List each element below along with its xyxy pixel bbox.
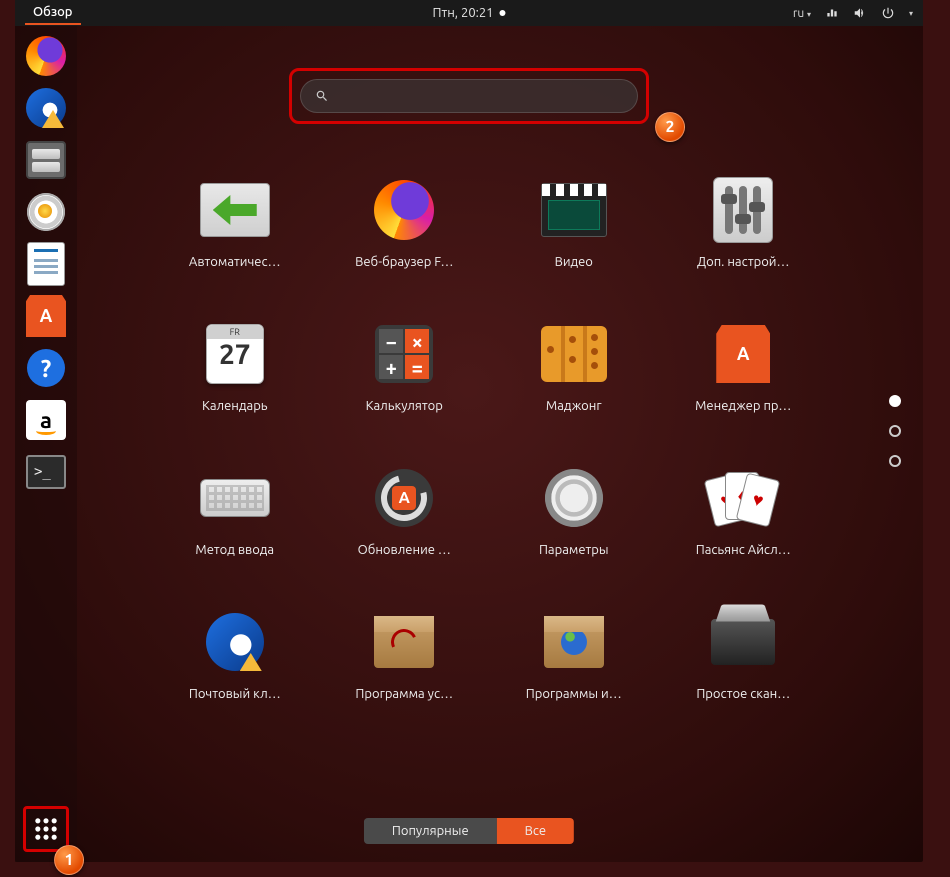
calendar-day: 27 (207, 339, 263, 370)
dock-files[interactable] (24, 138, 68, 182)
app-label: Веб-браузер F… (355, 255, 453, 269)
calendar-weekday: FR (207, 325, 263, 339)
app-label: Почтовый кл… (189, 687, 281, 701)
app-label: Менеджер пр… (695, 399, 791, 413)
dock-rhythmbox[interactable] (24, 190, 68, 234)
app-mahjongg[interactable]: Маджонг (504, 319, 644, 413)
app-software[interactable]: AМенеджер пр… (674, 319, 814, 413)
dock-help[interactable]: ? (24, 346, 68, 390)
app-calendar[interactable]: FR27 Календарь (165, 319, 305, 413)
app-label: Программа ус… (355, 687, 453, 701)
clock[interactable]: Птн, 20:21 (432, 6, 505, 20)
search-highlight (289, 68, 649, 124)
annotation-badge-2: 2 (655, 112, 685, 142)
app-installer[interactable]: Программа ус… (335, 607, 475, 701)
view-toggle: Популярные Все (364, 818, 574, 844)
notification-dot-icon (500, 10, 506, 16)
page-dot-1[interactable] (889, 395, 901, 407)
apps-grid-icon (32, 815, 60, 843)
app-simple-scan[interactable]: Простое скан… (674, 607, 814, 701)
frequent-tab[interactable]: Популярные (364, 818, 497, 844)
dock-terminal[interactable]: >_ (24, 450, 68, 494)
app-label: Метод ввода (195, 543, 274, 557)
top-bar: Обзор Птн, 20:21 ru ▾ ▾ (15, 0, 923, 26)
clock-label: Птн, 20:21 (432, 6, 493, 20)
app-label: Программы и… (526, 687, 622, 701)
app-videos[interactable]: Видео (504, 175, 644, 269)
volume-icon[interactable] (853, 6, 867, 20)
app-software-properties[interactable]: Программы и… (504, 607, 644, 701)
app-label: Параметры (539, 543, 609, 557)
power-icon[interactable] (881, 6, 895, 20)
search-icon (315, 89, 329, 103)
app-input-method[interactable]: Метод ввода (165, 463, 305, 557)
system-tray: ru ▾ ▾ (793, 6, 913, 20)
network-icon[interactable] (825, 6, 839, 20)
activities-button[interactable]: Обзор (25, 1, 81, 25)
all-tab[interactable]: Все (497, 818, 574, 844)
app-firefox[interactable]: Веб-браузер F… (335, 175, 475, 269)
show-applications-button[interactable] (23, 806, 69, 852)
app-label: Простое скан… (696, 687, 790, 701)
page-indicator (889, 395, 901, 467)
app-label: Маджонг (546, 399, 602, 413)
dock-software[interactable]: A (24, 294, 68, 338)
app-settings[interactable]: Параметры (504, 463, 644, 557)
keyboard-layout[interactable]: ru ▾ (793, 7, 811, 20)
chevron-down-icon[interactable]: ▾ (909, 9, 913, 18)
app-mail[interactable]: Почтовый кл… (165, 607, 305, 701)
app-calculator[interactable]: −×+=Калькулятор (335, 319, 475, 413)
dock-firefox[interactable] (24, 34, 68, 78)
app-auto-updates[interactable]: Автоматичес… (165, 175, 305, 269)
dock-amazon[interactable]: a (24, 398, 68, 442)
app-updater[interactable]: AОбновление … (335, 463, 475, 557)
app-label: Видео (555, 255, 593, 269)
applications-grid: Автоматичес… Веб-браузер F… Видео Доп. н… (165, 175, 813, 701)
app-label: Календарь (202, 399, 268, 413)
annotation-badge-1: 1 (54, 845, 84, 875)
app-label: Калькулятор (366, 399, 443, 413)
app-label: Обновление … (358, 543, 451, 557)
app-aisleriot[interactable]: ♥♦♥Пасьянс Айсл… (674, 463, 814, 557)
page-dot-3[interactable] (889, 455, 901, 467)
dock-thunderbird[interactable] (24, 86, 68, 130)
app-label: Доп. настрой… (697, 255, 789, 269)
dock-writer[interactable] (24, 242, 68, 286)
app-label: Пасьянс Айсл… (696, 543, 791, 557)
app-tweaks[interactable]: Доп. настрой… (674, 175, 814, 269)
dock: A ? a >_ (15, 26, 77, 862)
app-label: Автоматичес… (189, 255, 281, 269)
search-bar[interactable] (300, 79, 638, 113)
page-dot-2[interactable] (889, 425, 901, 437)
search-input[interactable] (339, 88, 623, 104)
